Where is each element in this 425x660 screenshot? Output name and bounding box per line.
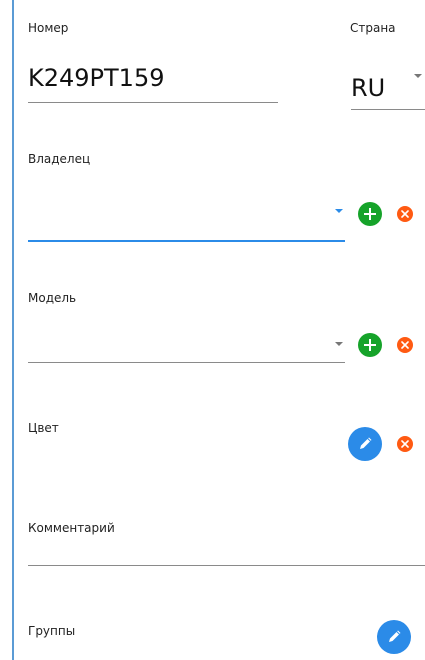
left-panel-border [12, 0, 14, 660]
owner-select[interactable] [28, 205, 328, 223]
owner-select-underline [28, 240, 345, 242]
model-select[interactable] [28, 335, 328, 353]
close-icon [401, 440, 409, 448]
number-label: Номер [28, 21, 69, 35]
number-field[interactable]: K249PT159 [28, 64, 165, 92]
color-clear-button[interactable] [397, 436, 413, 452]
groups-edit-button[interactable] [377, 620, 411, 654]
color-edit-button[interactable] [348, 427, 382, 461]
owner-label: Владелец [28, 152, 91, 166]
pencil-icon [360, 437, 372, 449]
comment-field-underline [28, 565, 425, 566]
groups-label: Группы [28, 624, 76, 638]
owner-add-button[interactable] [358, 202, 382, 226]
left-panel-edge [0, 0, 12, 660]
plus-icon [364, 208, 376, 220]
close-icon [401, 210, 409, 218]
country-select[interactable]: RU [351, 74, 385, 102]
pencil-icon [389, 630, 401, 642]
model-add-button[interactable] [358, 333, 382, 357]
plus-icon [364, 339, 376, 351]
comment-field[interactable] [28, 545, 423, 561]
country-select-underline [351, 109, 425, 110]
model-select-underline [28, 362, 345, 363]
country-dropdown-chevron-down-icon[interactable] [414, 74, 422, 78]
comment-label: Комментарий [28, 521, 115, 535]
country-label: Страна [350, 21, 396, 35]
number-field-underline [28, 102, 278, 103]
close-icon [401, 341, 409, 349]
color-label: Цвет [28, 421, 59, 435]
owner-dropdown-chevron-down-icon[interactable] [335, 209, 343, 213]
model-clear-button[interactable] [397, 337, 413, 353]
model-label: Модель [28, 291, 77, 305]
model-dropdown-chevron-down-icon[interactable] [335, 342, 343, 346]
owner-clear-button[interactable] [397, 206, 413, 222]
